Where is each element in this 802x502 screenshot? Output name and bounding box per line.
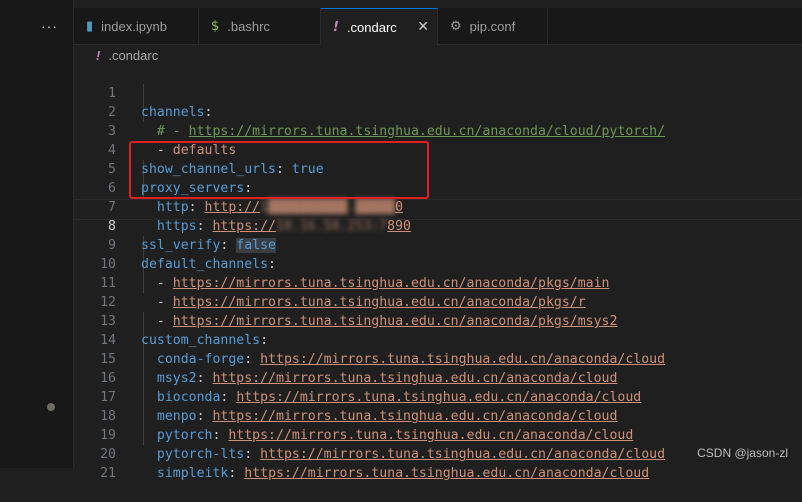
- more-actions-button[interactable]: ···: [41, 18, 58, 34]
- breadcrumb-file[interactable]: .condarc: [108, 48, 158, 63]
- code-line[interactable]: 8 ssl_verify: false: [74, 198, 802, 253]
- code-line[interactable]: 16 bioconda: https://mirrors.tuna.tsingh…: [74, 350, 802, 405]
- tab-label: pip.conf: [469, 19, 516, 34]
- exclamation-icon: !: [333, 19, 339, 35]
- line-number: 21: [100, 466, 116, 481]
- code-line[interactable]: 18 pytorch: https://mirrors.tuna.tsinghu…: [74, 388, 802, 443]
- code-line[interactable]: 9 default_channels:: [74, 217, 802, 272]
- close-icon[interactable]: ✕: [417, 18, 429, 35]
- dollar-icon: $: [211, 19, 220, 34]
- watermark: CSDN @jason-zl: [697, 446, 788, 460]
- code-line[interactable]: 12 - https://mirrors.tuna.tsinghua.edu.c…: [74, 274, 802, 329]
- gear-icon: ⚙: [450, 19, 462, 34]
- activity-bar: ···: [0, 0, 74, 468]
- code-line[interactable]: 10 - https://mirrors.tuna.tsinghua.edu.c…: [74, 236, 802, 291]
- code-editor[interactable]: 1 channels: 2 # - https://mirrors.tuna.t…: [74, 65, 802, 481]
- yaml-key: simpleitk: [156, 466, 229, 481]
- code-line[interactable]: 21: [74, 445, 802, 481]
- notebook-icon: ▮: [86, 19, 94, 34]
- code-line[interactable]: 11 - https://mirrors.tuna.tsinghua.edu.c…: [74, 255, 802, 310]
- tab-label: .condarc: [346, 19, 397, 35]
- tab-label: index.ipynb: [101, 19, 167, 34]
- tab-label: .bashrc: [227, 19, 270, 34]
- tab-condarc[interactable]: ! .condarc ✕: [321, 8, 438, 45]
- tab-bar: ▮ index.ipynb $ .bashrc ! .condarc ✕ ⚙ p…: [74, 8, 802, 45]
- tab-bashrc[interactable]: $ .bashrc: [199, 8, 321, 45]
- exclamation-icon: !: [96, 47, 101, 63]
- code-line[interactable]: 17 menpo: https://mirrors.tuna.tsinghua.…: [74, 369, 802, 424]
- annotation-highlight-box: [129, 141, 429, 199]
- status-dot-icon: [47, 403, 55, 411]
- code-line[interactable]: 2 # - https://mirrors.tuna.tsinghua.edu.…: [74, 84, 802, 139]
- breadcrumb[interactable]: ! .condarc: [74, 45, 802, 65]
- code-line[interactable]: 4 show_channel_urls: true: [74, 122, 802, 177]
- code-line[interactable]: 3 - defaults: [74, 103, 802, 158]
- code-line[interactable]: 20 simpleitk: https://mirrors.tuna.tsing…: [74, 426, 802, 481]
- code-line[interactable]: 1 channels:: [74, 65, 802, 120]
- channel-url[interactable]: https://mirrors.tuna.tsinghua.edu.cn/ana…: [244, 466, 649, 481]
- code-line[interactable]: 14 conda-forge: https://mirrors.tuna.tsi…: [74, 312, 802, 367]
- code-line[interactable]: 19 pytorch-lts: https://mirrors.tuna.tsi…: [74, 407, 802, 462]
- tab-index-ipynb[interactable]: ▮ index.ipynb: [74, 8, 199, 45]
- tab-pip-conf[interactable]: ⚙ pip.conf: [438, 8, 548, 45]
- code-line[interactable]: 15 msys2: https://mirrors.tuna.tsinghua.…: [74, 331, 802, 386]
- code-line[interactable]: 13 custom_channels:: [74, 293, 802, 348]
